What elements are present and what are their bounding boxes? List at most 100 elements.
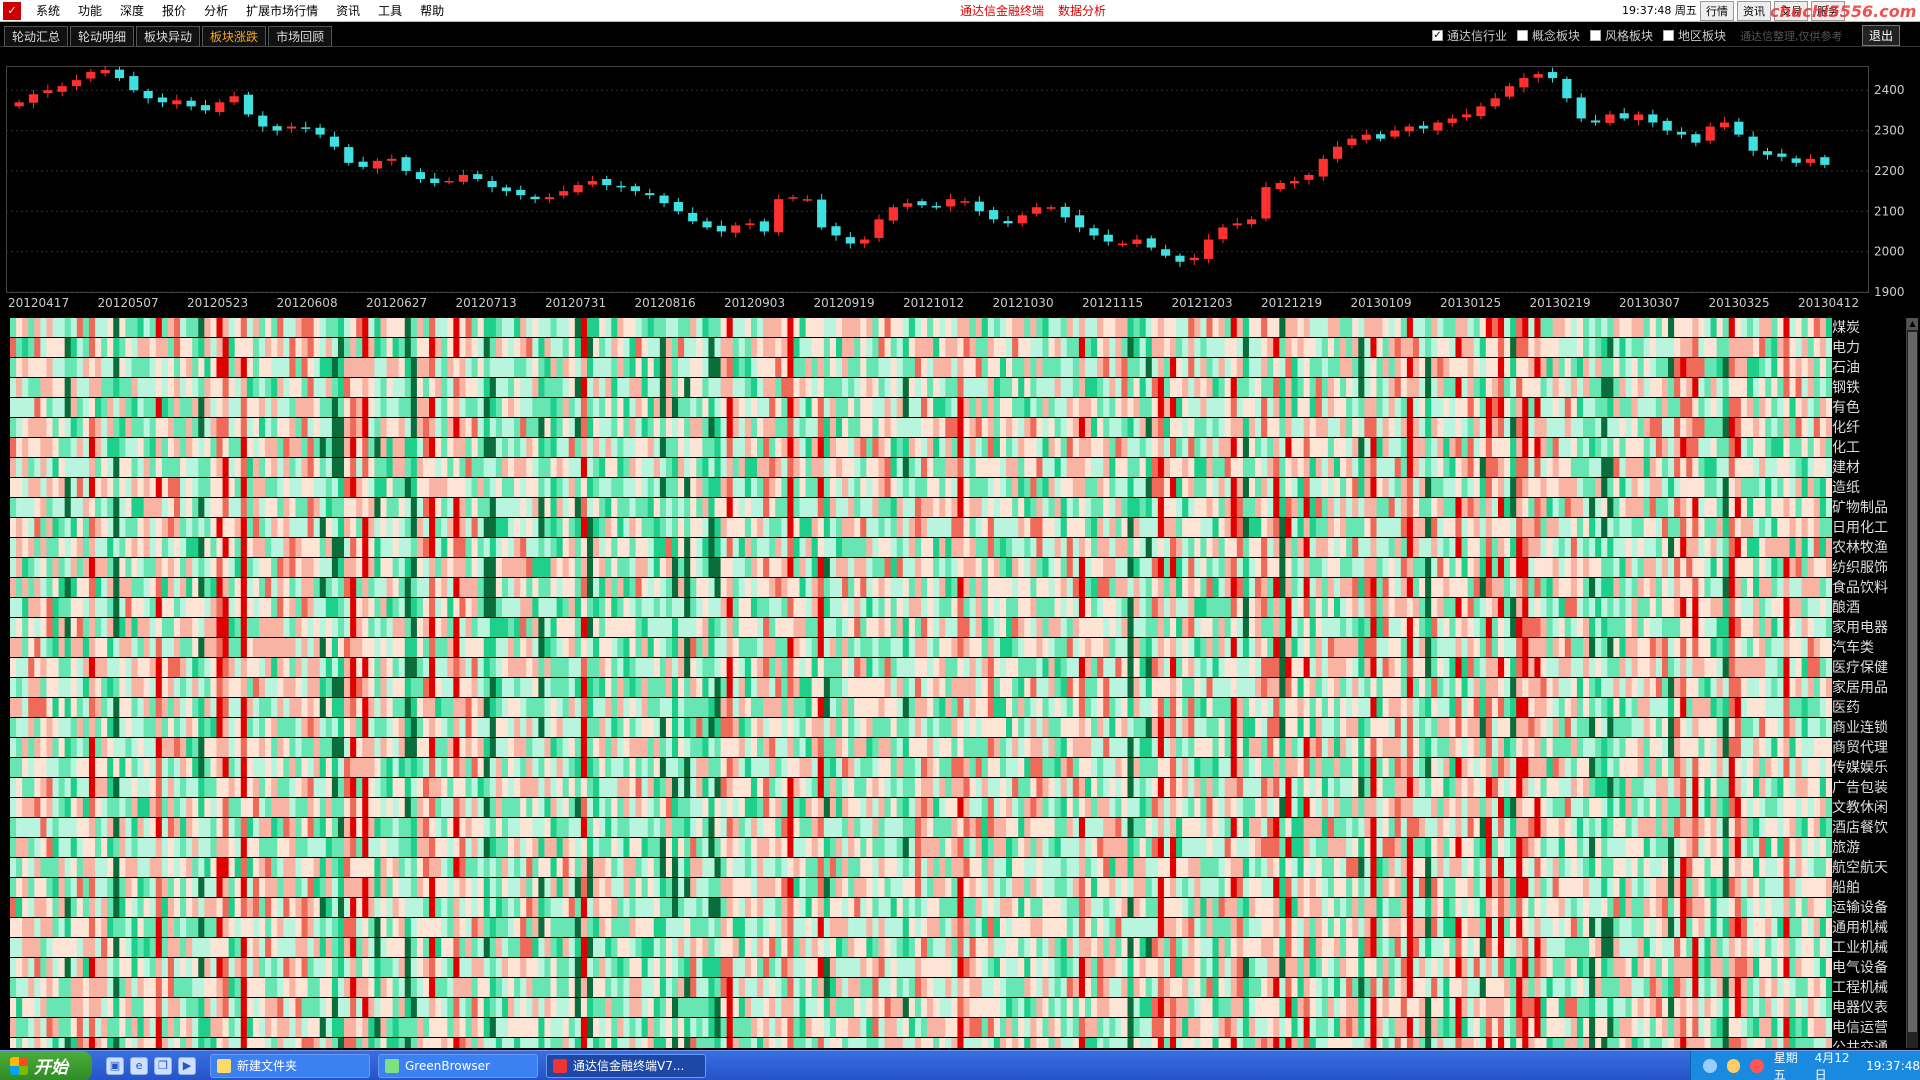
tab-market-review[interactable]: 市场回顾: [268, 26, 333, 47]
heatmap-cell: [1248, 578, 1256, 597]
filter-industry-checkbox[interactable]: ✓: [1432, 30, 1443, 41]
heatmap-cell: [301, 498, 308, 517]
heatmap-cell: [805, 558, 813, 577]
heatmap-cell: [356, 558, 363, 577]
heatmap-cell: [1558, 518, 1566, 537]
heatmap-cell: [337, 538, 345, 557]
heatmap-cell: [180, 478, 187, 497]
heatmap-cell: [1376, 338, 1383, 357]
heatmap-cell: [848, 478, 855, 497]
tab-rotation-summary[interactable]: 轮动汇总: [4, 26, 69, 47]
heatmap-cell: [1522, 598, 1529, 617]
heatmap-cell: [1194, 318, 1201, 337]
heatmap-cell: [878, 578, 885, 597]
heatmap-cell: [1394, 398, 1402, 417]
heatmap-cell: [489, 578, 497, 597]
filter-region-checkbox[interactable]: [1663, 30, 1675, 41]
filter-region[interactable]: 地区板块: [1663, 27, 1726, 44]
menu-quote[interactable]: 报价: [153, 0, 195, 22]
heatmap-cell: [987, 418, 995, 437]
heatmap-cell: [1224, 478, 1232, 497]
heatmap-cell: [483, 618, 491, 637]
heatmap-cell: [902, 318, 910, 337]
heatmap-cell: [246, 438, 254, 457]
heatmap-cell: [1631, 418, 1639, 437]
heatmap-cell: [155, 498, 163, 517]
filter-concept-checkbox[interactable]: [1517, 30, 1529, 41]
heatmap-cell: [714, 378, 721, 397]
heatmap-cell: [921, 498, 928, 517]
filter-style-checkbox[interactable]: [1590, 30, 1602, 41]
heatmap-cell: [611, 398, 618, 417]
heatmap-cell: [1084, 498, 1092, 517]
heatmap-cell: [422, 318, 430, 337]
heatmap-cell: [101, 458, 108, 477]
candle-body: [716, 225, 726, 232]
heatmap-cell: [283, 578, 290, 597]
heatmap-cell: [1497, 538, 1505, 557]
menu-extended-market[interactable]: 扩展市场行情: [237, 0, 327, 22]
heatmap-cell: [283, 358, 290, 377]
heatmap-cell: [1582, 438, 1590, 457]
heatmap-cell: [1777, 458, 1784, 477]
heatmap-cell: [696, 498, 703, 517]
heatmap-cell: [1333, 518, 1341, 537]
heatmap-cell: [277, 558, 284, 577]
heatmap-cell: [1522, 498, 1529, 517]
heatmap-cell: [562, 578, 570, 597]
menu-news[interactable]: 资讯: [327, 0, 369, 22]
heatmap-cell: [999, 518, 1007, 537]
mode-button-market[interactable]: 行情: [1700, 0, 1734, 21]
heatmap-cell: [1176, 338, 1183, 357]
menu-analysis[interactable]: 分析: [195, 0, 237, 22]
heatmap-cell: [1813, 598, 1821, 617]
heatmap-cell: [1795, 338, 1803, 357]
heatmap-cell: [1394, 538, 1402, 557]
heatmap-cell: [720, 498, 728, 517]
heatmap-cell: [580, 338, 588, 357]
heatmap-cell: [1212, 578, 1219, 597]
tab-rotation-detail[interactable]: 轮动明细: [70, 26, 135, 47]
filter-concept[interactable]: 概念板块: [1517, 27, 1580, 44]
heatmap-cell: [495, 598, 503, 617]
heatmap-cell: [1619, 358, 1626, 377]
heatmap-cell: [1060, 578, 1068, 597]
heatmap-cell: [757, 318, 764, 337]
heatmap-cell: [1054, 358, 1062, 377]
heatmap-cell: [726, 418, 734, 437]
heatmap-cell: [993, 398, 1001, 417]
heatmap-cell: [1607, 478, 1614, 497]
heatmap-cell: [890, 558, 898, 577]
heatmap-cell: [1443, 378, 1450, 397]
candle-body: [1619, 113, 1629, 119]
tab-sector-change[interactable]: 板块涨跌: [202, 26, 267, 47]
heatmap-cell: [1018, 478, 1025, 497]
heatmap-cell: [1382, 378, 1390, 397]
menu-help[interactable]: 帮助: [411, 0, 453, 22]
heatmap-cell: [246, 618, 254, 637]
heatmap-cell: [1133, 378, 1141, 397]
heatmap-cell: [647, 498, 655, 517]
exit-button[interactable]: 退出: [1862, 25, 1901, 46]
heatmap-cell: [471, 418, 479, 437]
heatmap-cell: [113, 558, 120, 577]
heatmap-cell: [1449, 598, 1456, 617]
heatmap-cell: [623, 558, 630, 577]
heatmap-cell: [532, 518, 539, 537]
menu-system[interactable]: 系统: [27, 0, 69, 22]
menu-function[interactable]: 功能: [69, 0, 111, 22]
heatmap-cell: [726, 558, 734, 577]
heatmap-cell: [1327, 398, 1335, 417]
filter-style[interactable]: 风格板块: [1590, 27, 1653, 44]
heatmap-cell: [562, 438, 570, 457]
heatmap-cell: [514, 478, 521, 497]
menu-depth[interactable]: 深度: [111, 0, 153, 22]
tab-sector-anomaly[interactable]: 板块异动: [136, 26, 201, 47]
heatmap-cell: [222, 518, 230, 537]
heatmap-cell: [696, 358, 703, 377]
filter-industry[interactable]: ✓ 通达信行业: [1432, 27, 1507, 44]
mode-button-news[interactable]: 资讯: [1737, 0, 1771, 21]
heatmap-cell: [526, 438, 533, 457]
menu-tools[interactable]: 工具: [369, 0, 411, 22]
heatmap-cell: [483, 518, 491, 537]
